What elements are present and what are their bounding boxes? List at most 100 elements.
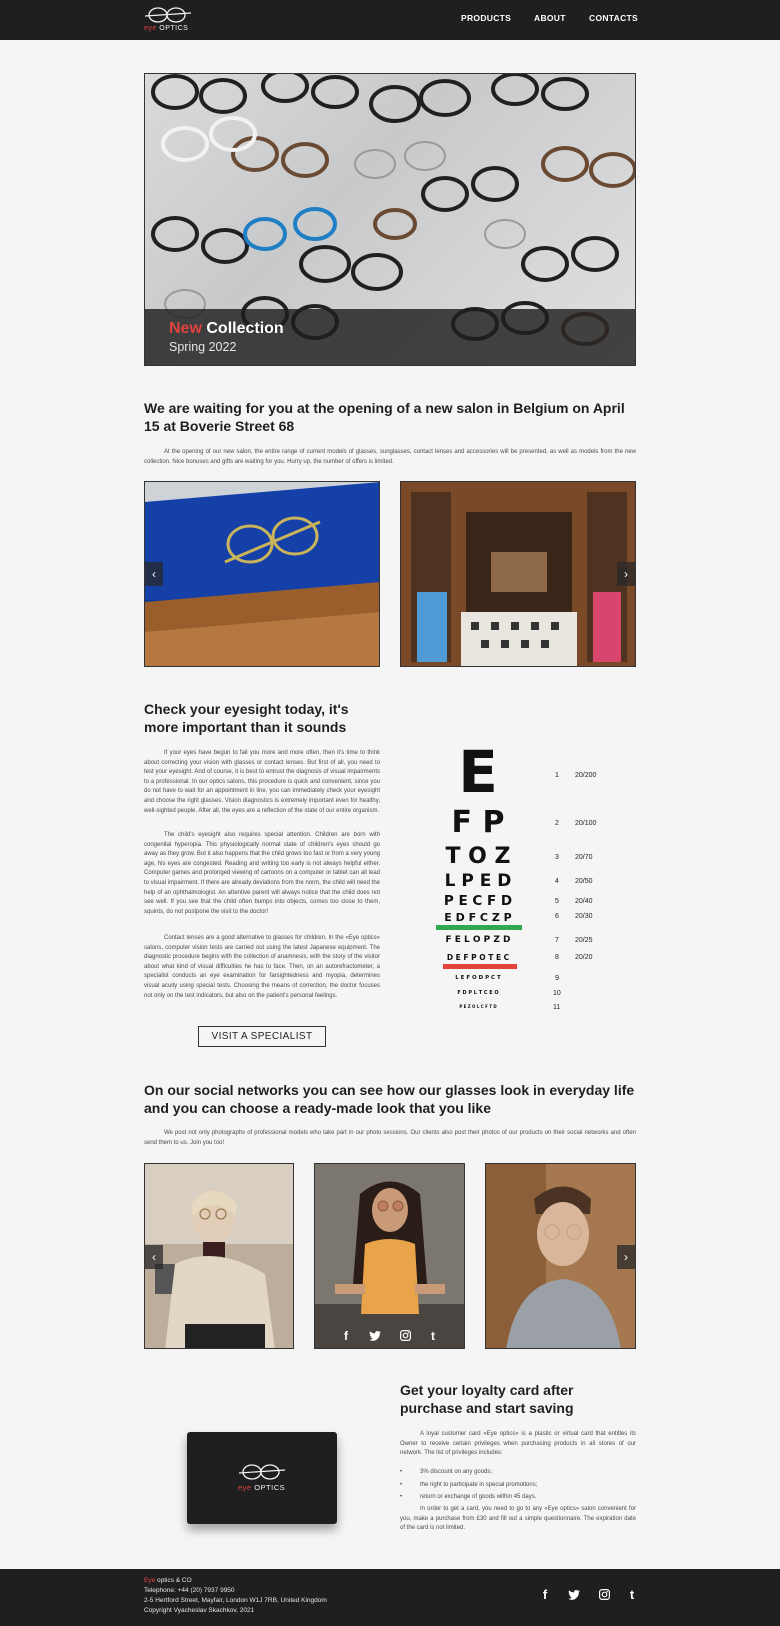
logo-optics-text: OPTICS xyxy=(159,25,189,32)
chart-green-line xyxy=(436,925,522,930)
eyesight-paragraph-2: The child's eyesight also requires speci… xyxy=(144,832,380,915)
eyesight-paragraph-1: If your eyes have begun to fail you more… xyxy=(144,750,380,814)
chart-number-8: 8 xyxy=(555,954,559,961)
chart-row-1: E xyxy=(458,738,498,806)
chart-row-9: L E F O D P C T xyxy=(455,975,501,981)
site-footer: Eye optics & CO Telephone: +44 (20) 7937… xyxy=(0,1569,780,1626)
footer-brand: Eye optics & CO xyxy=(144,1577,192,1584)
card-wordmark: eye OPTICS xyxy=(238,1483,285,1492)
glasses-logo-icon xyxy=(144,7,192,23)
hero-banner: New Collection Spring 2022 xyxy=(144,73,636,366)
chart-number-1: 1 xyxy=(555,772,559,779)
social-photo-1 xyxy=(144,1163,294,1349)
site-header: eye OPTICS PRODUCTS ABOUT CONTACTS xyxy=(0,0,780,40)
chevron-right-icon: › xyxy=(624,1250,628,1264)
glasses-logo-icon xyxy=(238,1464,286,1480)
chart-number-9: 9 xyxy=(555,975,559,982)
chart-red-line xyxy=(443,964,517,969)
chart-number-10: 10 xyxy=(553,990,561,997)
chevron-left-icon: ‹ xyxy=(152,1250,156,1264)
privilege-item: 3% discount on any goods; xyxy=(400,1466,636,1479)
privilege-item: the right to participate in special prom… xyxy=(400,1479,636,1492)
logo-wordmark: eye OPTICS xyxy=(144,25,188,32)
privilege-item: return or exchange of goods within 45 da… xyxy=(400,1491,636,1504)
footer-brand-eye: Eye xyxy=(144,1577,156,1584)
eyesight-heading: Check your eyesight today, it's more imp… xyxy=(144,701,349,735)
social-photo-3 xyxy=(485,1163,636,1349)
chart-acuity-6: 20/30 xyxy=(575,913,593,920)
eyesight-paragraph-3: Contact lenses are a good alternative to… xyxy=(144,935,380,999)
footer-copyright: Copyright Vyacheslav Skachkov, 2021 xyxy=(144,1607,255,1614)
footer-phone: Telephone: +44 (20) 7937 9950 xyxy=(144,1587,235,1594)
man-grey-tshirt-photo xyxy=(486,1164,635,1348)
salon-interior-photo xyxy=(400,481,636,667)
instagram-icon[interactable] xyxy=(594,1583,614,1607)
social-next-arrow[interactable]: › xyxy=(617,1245,635,1269)
woman-yellow-top-photo xyxy=(315,1164,464,1348)
hero-title: New Collection xyxy=(169,320,284,338)
footer-brand-rest: optics & CO xyxy=(155,1577,192,1584)
chart-acuity-1: 20/200 xyxy=(575,772,597,779)
chart-acuity-3: 20/70 xyxy=(575,854,593,861)
chart-row-5: P E C F D xyxy=(443,893,513,909)
nav-contacts[interactable]: CONTACTS xyxy=(589,13,638,23)
chart-row-10: F D P L T C E O xyxy=(457,990,499,996)
salon-interior-image xyxy=(401,482,635,666)
opening-prev-arrow[interactable]: ‹ xyxy=(145,562,163,586)
nav-about[interactable]: ABOUT xyxy=(534,13,566,23)
chart-number-3: 3 xyxy=(555,854,559,861)
hero-subtitle: Spring 2022 xyxy=(169,340,237,354)
chart-acuity-8: 20/20 xyxy=(575,954,593,961)
chart-acuity-5: 20/40 xyxy=(575,898,593,905)
hero-title-accent: New xyxy=(169,320,202,337)
facebook-icon[interactable]: f xyxy=(535,1583,555,1607)
opening-next-arrow[interactable]: › xyxy=(617,562,635,586)
chart-number-4: 4 xyxy=(555,878,559,885)
loyalty-intro: A loyal customer card «Eye optics» is a … xyxy=(400,1431,636,1457)
loyalty-outro: In order to get a card, you need to go t… xyxy=(400,1506,636,1532)
salon-sign-image xyxy=(145,482,379,666)
chart-number-11: 11 xyxy=(553,1004,561,1011)
footer-address: 2-5 Hertford Street, Mayfair, London W1J… xyxy=(144,1597,327,1604)
nav-products[interactable]: PRODUCTS xyxy=(461,13,511,23)
instagram-icon[interactable] xyxy=(395,1324,415,1348)
chart-acuity-2: 20/100 xyxy=(575,820,597,827)
twitter-icon[interactable] xyxy=(365,1324,385,1348)
social-prev-arrow[interactable]: ‹ xyxy=(145,1245,163,1269)
social-text: We post not only photographs of professi… xyxy=(144,1130,636,1146)
twitter-icon[interactable] xyxy=(564,1583,584,1607)
chart-acuity-7: 20/25 xyxy=(575,937,593,944)
card-logo-eye: eye xyxy=(238,1483,252,1492)
chart-row-3: T O Z xyxy=(445,844,511,869)
social-icons-bar: f t xyxy=(325,1324,453,1348)
chart-row-6: E D F C Z P xyxy=(444,911,512,924)
opening-heading: We are waiting for you at the opening of… xyxy=(144,400,625,434)
chart-number-7: 7 xyxy=(555,937,559,944)
tumblr-icon[interactable]: t xyxy=(423,1324,443,1348)
hero-caption: New Collection Spring 2022 xyxy=(145,309,635,365)
hero-title-rest: Collection xyxy=(206,320,284,337)
facebook-icon[interactable]: f xyxy=(336,1324,356,1348)
woman-blonde-photo xyxy=(145,1164,293,1348)
loyalty-card: eye OPTICS xyxy=(187,1432,337,1524)
chart-row-2: F P xyxy=(451,805,505,840)
brand-logo[interactable]: eye OPTICS xyxy=(144,4,192,36)
visit-specialist-button[interactable]: VISIT A SPECIALIST xyxy=(198,1026,326,1047)
chart-acuity-4: 20/50 xyxy=(575,878,593,885)
logo-eye-text: eye xyxy=(144,25,157,32)
salon-sign-photo xyxy=(144,481,380,667)
tumblr-icon[interactable]: t xyxy=(622,1583,642,1607)
chevron-right-icon: › xyxy=(624,567,628,581)
card-logo-optics: OPTICS xyxy=(254,1483,286,1492)
privileges-list: 3% discount on any goods; the right to p… xyxy=(400,1466,636,1504)
chart-row-8: D E F P O T E C xyxy=(446,953,510,962)
chart-number-5: 5 xyxy=(555,898,559,905)
chart-row-11: P E Z O L C F T D xyxy=(459,1004,497,1009)
chart-row-4: L P E D xyxy=(444,871,512,891)
social-photo-2 xyxy=(314,1163,465,1349)
chart-number-2: 2 xyxy=(555,820,559,827)
opening-text: At the opening of our new salon, the ent… xyxy=(144,449,636,465)
loyalty-heading: Get your loyalty card after purchase and… xyxy=(400,1382,574,1416)
chart-number-6: 6 xyxy=(555,913,559,920)
chevron-left-icon: ‹ xyxy=(152,567,156,581)
